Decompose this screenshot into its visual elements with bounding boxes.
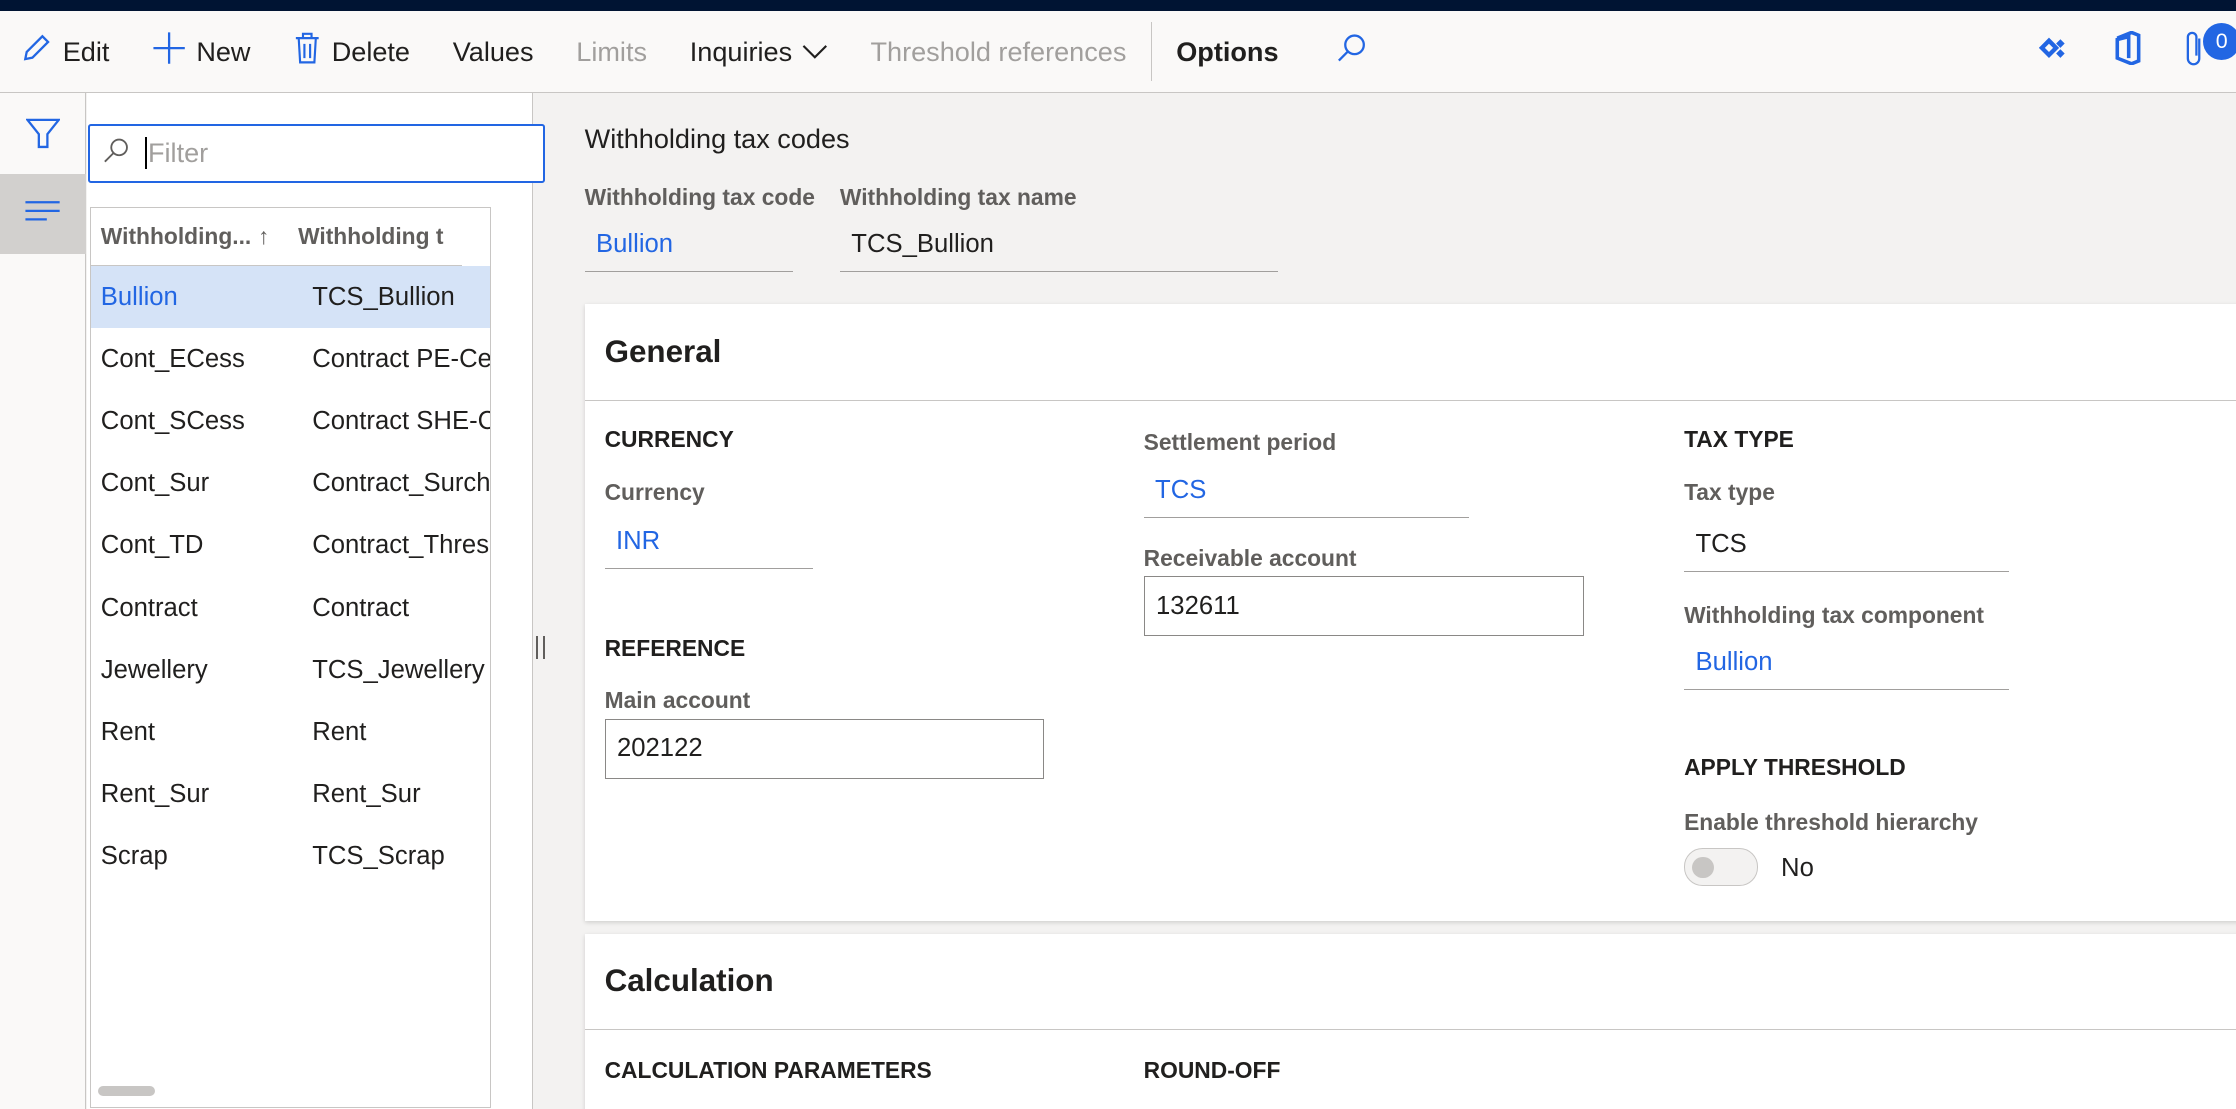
trash-icon <box>293 31 322 72</box>
chevron-down-icon <box>802 36 828 68</box>
threshold-hierarchy-toggle[interactable] <box>1684 848 1759 886</box>
cell-name: Contract_Threshold <box>312 531 490 560</box>
cell-code: Bullion <box>100 282 178 311</box>
general-header[interactable]: General <box>584 304 2236 401</box>
filter-pane-button[interactable] <box>0 113 86 161</box>
cell-name: Contract <box>312 593 410 622</box>
action-pane: Edit New Delete Values Limits Inquiries … <box>0 11 2236 93</box>
table-row[interactable]: Rent Rent <box>91 701 490 763</box>
inquiries-menu[interactable]: Inquiries <box>668 11 849 91</box>
options-tab[interactable]: Options <box>1155 11 1300 91</box>
tax-component-label: Withholding tax component <box>1684 601 1984 628</box>
round-off-heading: ROUND-OFF <box>1143 1056 1281 1083</box>
search-button[interactable] <box>1314 11 1388 91</box>
currency-label: Currency <box>604 479 705 506</box>
cell-name: Contract SHE-Cess <box>312 407 489 436</box>
table-row[interactable]: Cont_ECess Contract PE-Cess <box>91 328 490 390</box>
table-row[interactable]: Bullion TCS_Bullion <box>90 266 490 329</box>
table-row[interactable]: Cont_SCess Contract SHE-Cess <box>91 391 490 453</box>
toolbar-divider <box>1150 21 1153 82</box>
top-nav-bar <box>0 0 2236 12</box>
cell-name: TCS_Scrap <box>312 842 445 871</box>
new-button[interactable]: New <box>131 11 272 91</box>
cell-name: TCS_Bullion <box>312 282 455 311</box>
apply-threshold-heading: APPLY THRESHOLD <box>1684 754 1906 781</box>
main-account-field[interactable]: 202122 <box>604 718 1044 779</box>
cell-code: Scrap <box>100 842 168 871</box>
limits-button[interactable]: Limits <box>555 11 668 91</box>
calculation-header[interactable]: Calculation <box>584 934 2236 1030</box>
cell-code: Rent <box>100 718 155 746</box>
tax-type-field[interactable]: TCS <box>1684 518 2010 572</box>
table-row[interactable]: Rent_Sur Rent_Sur <box>91 764 490 826</box>
tax-code-grid: Withholding... ↑ Withholding t Bullion TCS… <box>89 206 491 1108</box>
currency-field[interactable]: INR <box>604 515 813 569</box>
general-section: General CURRENCY Currency INR REFERENCE … <box>584 303 2236 922</box>
edit-button[interactable]: Edit <box>0 11 131 91</box>
table-row[interactable]: Contract Contract <box>91 577 490 639</box>
cell-code: Rent_Sur <box>100 780 210 809</box>
receivable-account-field[interactable]: 132611 <box>1143 576 1585 636</box>
table-row[interactable]: Cont_TD Contract_Threshold <box>91 515 490 577</box>
currency-heading: CURRENCY <box>604 426 734 453</box>
cell-code: Cont_SCess <box>100 407 245 436</box>
tax-code-field[interactable]: Bullion <box>584 218 793 273</box>
tax-component-field[interactable]: Bullion <box>1684 636 2010 691</box>
cell-name: Rent_Sur <box>312 780 421 809</box>
settlement-period-label: Settlement period <box>1143 429 1337 456</box>
table-row[interactable]: Scrap TCS_Scrap <box>91 826 490 888</box>
cell-name: TCS_Jewellery <box>312 655 485 684</box>
list-pane: Filter Withholding... ↑ Withholding t Bul… <box>86 92 545 1109</box>
cell-code: Contract <box>100 593 198 622</box>
funnel-icon <box>24 117 61 157</box>
office-button[interactable] <box>2092 11 2163 91</box>
table-row[interactable]: Jewellery TCS_Jewellery <box>91 639 490 701</box>
search-icon <box>102 136 131 172</box>
cell-name: Contract PE-Cess <box>312 344 490 373</box>
receivable-account-label: Receivable account <box>1143 544 1357 571</box>
diamond-icon <box>2039 35 2070 68</box>
cell-code: Cont_ECess <box>100 344 245 373</box>
power-apps-button[interactable] <box>2018 11 2092 91</box>
table-row[interactable]: Cont_Sur Contract_Surcharge <box>91 453 490 515</box>
cell-code: Cont_TD <box>100 531 204 560</box>
calculation-section: Calculation CALCULATION PARAMETERS ROUND… <box>584 934 2236 1109</box>
tax-type-heading: TAX TYPE <box>1684 426 1794 453</box>
tax-name-field[interactable]: TCS_Bullion <box>839 218 1278 273</box>
left-rail <box>0 92 86 1109</box>
values-button[interactable]: Values <box>431 11 555 91</box>
pencil-icon <box>21 32 52 70</box>
cell-code: Jewellery <box>100 655 208 684</box>
attachments-badge: 0 <box>2203 22 2236 60</box>
grid-header: Withholding... ↑ Withholding t <box>90 208 462 267</box>
plus-icon <box>152 31 186 72</box>
filter-input[interactable]: Filter <box>88 124 545 183</box>
sort-ascending-icon: ↑ <box>258 222 270 249</box>
lines-icon <box>24 198 61 230</box>
office-icon <box>2113 30 2142 72</box>
details-pane: Withholding tax codes Withholding tax co… <box>533 93 2236 1109</box>
cell-code: Cont_Sur <box>100 469 210 498</box>
column-header-name[interactable]: Withholding t <box>287 223 462 250</box>
horizontal-scrollbar[interactable] <box>97 1086 155 1097</box>
threshold-references-button[interactable]: Threshold references <box>849 11 1148 91</box>
main-account-label: Main account <box>604 687 751 714</box>
threshold-hierarchy-value: No <box>1781 854 1814 883</box>
tax-type-label: Tax type <box>1684 479 1775 506</box>
list-view-button[interactable] <box>0 173 86 254</box>
page-title: Withholding tax codes <box>584 122 850 154</box>
paperclip-icon <box>2185 30 2205 74</box>
tax-code-label: Withholding tax code <box>584 183 815 210</box>
delete-button[interactable]: Delete <box>272 11 432 91</box>
column-header-code[interactable]: Withholding... ↑ <box>91 223 287 250</box>
calculation-parameters-heading: CALCULATION PARAMETERS <box>604 1056 932 1083</box>
attachments-button[interactable]: 0 <box>2163 11 2236 91</box>
search-icon <box>1336 32 1367 70</box>
settlement-period-field[interactable]: TCS <box>1143 463 1469 518</box>
reference-heading: REFERENCE <box>604 634 746 661</box>
cell-name: Contract_Surcharge <box>312 469 490 498</box>
cell-name: Rent <box>312 718 367 746</box>
tax-name-label: Withholding tax name <box>839 183 1077 210</box>
threshold-hierarchy-label: Enable threshold hierarchy <box>1684 808 1978 835</box>
